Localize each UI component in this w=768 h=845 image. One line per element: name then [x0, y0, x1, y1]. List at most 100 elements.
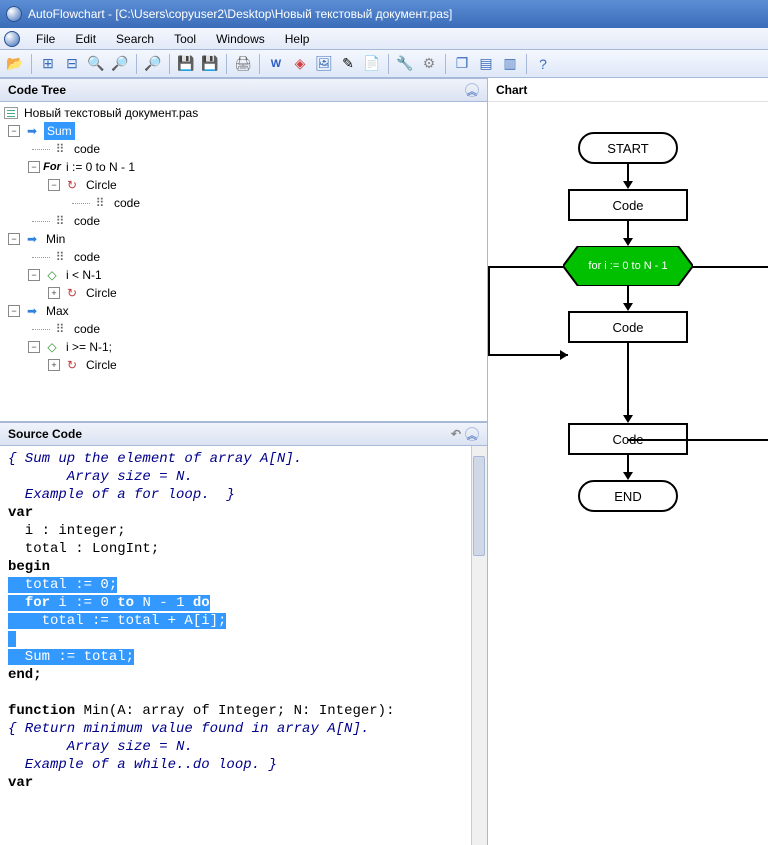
source-line[interactable]: Array size = N.	[8, 468, 479, 486]
code-icon: ⠿	[52, 212, 68, 230]
tree-toggle-icon[interactable]: −	[8, 125, 20, 137]
tree-node-code[interactable]: ⠿ code	[4, 194, 483, 212]
zoom-out-icon[interactable]: 🔎	[109, 53, 131, 75]
menubar-app-icon	[4, 31, 20, 47]
tree-node-code[interactable]: ⠿ code	[4, 320, 483, 338]
export-image-icon[interactable]: 🖼	[313, 53, 335, 75]
scrollbar-thumb[interactable]	[473, 456, 485, 556]
tree-node-min[interactable]: − ➡ Min	[4, 230, 483, 248]
source-line[interactable]: Array size = N.	[8, 738, 479, 756]
flowchart-start: START	[578, 132, 678, 164]
export-data-icon[interactable]: 📄	[361, 53, 383, 75]
undo-icon[interactable]: ↶	[451, 427, 461, 441]
source-line[interactable]: begin	[8, 558, 479, 576]
flowchart: START Code for i := 0 to N - 1	[488, 102, 768, 542]
expand-icon[interactable]: ⊞	[37, 53, 59, 75]
source-line[interactable]	[8, 684, 479, 702]
tree-node-circle[interactable]: + ↻ Circle	[4, 356, 483, 374]
source-code-header: Source Code ↶ ︽	[0, 422, 487, 446]
find-icon[interactable]: 🔎	[142, 53, 164, 75]
layout-tile-h-icon[interactable]: ▤	[475, 53, 497, 75]
code-icon: ⠿	[52, 320, 68, 338]
tree-toggle-icon[interactable]: −	[48, 179, 60, 191]
tree-node-max[interactable]: − ➡ Max	[4, 302, 483, 320]
tree-toggle-icon[interactable]: +	[48, 287, 60, 299]
for-icon: For	[44, 158, 60, 176]
loop-icon: ↻	[64, 356, 80, 374]
settings-icon[interactable]: 🔧	[394, 53, 416, 75]
tree-toggle-icon[interactable]: −	[28, 269, 40, 281]
tree-node-circle[interactable]: − ↻ Circle	[4, 176, 483, 194]
zoom-in-icon[interactable]: 🔍	[85, 53, 107, 75]
source-line[interactable]: for i := 0 to N - 1 do	[8, 594, 479, 612]
tree-toggle-icon[interactable]: −	[28, 161, 40, 173]
flowchart-code-block: Code	[568, 189, 688, 221]
source-editor[interactable]: { Sum up the element of array A[N]. Arra…	[0, 446, 487, 845]
chart-header: Chart	[488, 78, 768, 102]
save-icon[interactable]: 💾	[175, 53, 197, 75]
print-icon[interactable]: 🖨	[232, 53, 254, 75]
menu-file[interactable]: File	[26, 30, 65, 48]
collapse-icon[interactable]: ⊟	[61, 53, 83, 75]
save-all-icon[interactable]: 💾	[199, 53, 221, 75]
tree-node-sum[interactable]: − ➡ Sum	[4, 122, 483, 140]
tree-node-condition[interactable]: − ◇ i < N-1	[4, 266, 483, 284]
tree-toggle-icon[interactable]: +	[48, 359, 60, 371]
scrollbar[interactable]	[471, 446, 487, 845]
file-icon	[4, 107, 18, 119]
source-line[interactable]: var	[8, 774, 479, 792]
menu-windows[interactable]: Windows	[206, 30, 275, 48]
tree-node-for[interactable]: − For i := 0 to N - 1	[4, 158, 483, 176]
code-tree[interactable]: Новый текстовый документ.pas − ➡ Sum ⠿ c…	[0, 102, 487, 422]
tree-toggle-icon[interactable]: −	[28, 341, 40, 353]
export-svg-icon[interactable]: ◈	[289, 53, 311, 75]
menu-help[interactable]: Help	[275, 30, 320, 48]
menubar: File Edit Search Tool Windows Help	[0, 28, 768, 50]
open-icon[interactable]: 📂	[4, 53, 26, 75]
source-line[interactable]: total := total + A[i];	[8, 612, 479, 630]
menu-tool[interactable]: Tool	[164, 30, 206, 48]
tree-node-condition[interactable]: − ◇ i >= N-1;	[4, 338, 483, 356]
loop-icon: ↻	[64, 176, 80, 194]
source-line[interactable]: Example of a while..do loop. }	[8, 756, 479, 774]
source-line[interactable]: { Sum up the element of array A[N].	[8, 450, 479, 468]
layout-cascade-icon[interactable]: ❐	[451, 53, 473, 75]
source-line[interactable]: i : integer;	[8, 522, 479, 540]
tree-root-file[interactable]: Новый текстовый документ.pas	[4, 104, 483, 122]
source-line[interactable]: total := 0;	[8, 576, 479, 594]
titlebar: AutoFlowchart - [C:\Users\copyuser2\Desk…	[0, 0, 768, 28]
source-line[interactable]: end;	[8, 666, 479, 684]
app-icon	[6, 6, 22, 22]
source-line[interactable]	[8, 630, 479, 648]
loop-icon: ↻	[64, 284, 80, 302]
flowchart-end: END	[578, 480, 678, 512]
tree-node-circle[interactable]: + ↻ Circle	[4, 284, 483, 302]
collapse-panel-icon[interactable]: ︽	[465, 427, 479, 441]
code-icon: ⠿	[52, 140, 68, 158]
layout-tile-v-icon[interactable]: ▥	[499, 53, 521, 75]
options-icon[interactable]: ⚙	[418, 53, 440, 75]
tree-node-code[interactable]: ⠿ code	[4, 248, 483, 266]
edit-chart-icon[interactable]: ✎	[337, 53, 359, 75]
source-line[interactable]: Sum := total;	[8, 648, 479, 666]
arrow-icon: ➡	[24, 302, 40, 320]
tree-node-code[interactable]: ⠿ code	[4, 212, 483, 230]
export-word-icon[interactable]: W	[265, 53, 287, 75]
source-line[interactable]: var	[8, 504, 479, 522]
tree-node-code[interactable]: ⠿ code	[4, 140, 483, 158]
help-icon[interactable]: ?	[532, 53, 554, 75]
tree-toggle-icon[interactable]: −	[8, 305, 20, 317]
menu-edit[interactable]: Edit	[65, 30, 106, 48]
source-code-title: Source Code	[8, 427, 82, 441]
arrow-icon: ➡	[24, 230, 40, 248]
chart-title: Chart	[496, 83, 527, 97]
code-icon: ⠿	[92, 194, 108, 212]
source-line[interactable]: { Return minimum value found in array A[…	[8, 720, 479, 738]
source-line[interactable]: function Min(A: array of Integer; N: Int…	[8, 702, 479, 720]
collapse-panel-icon[interactable]: ︽	[465, 83, 479, 97]
code-tree-header: Code Tree ︽	[0, 78, 487, 102]
tree-toggle-icon[interactable]: −	[8, 233, 20, 245]
source-line[interactable]: total : LongInt;	[8, 540, 479, 558]
menu-search[interactable]: Search	[106, 30, 164, 48]
source-line[interactable]: Example of a for loop. }	[8, 486, 479, 504]
